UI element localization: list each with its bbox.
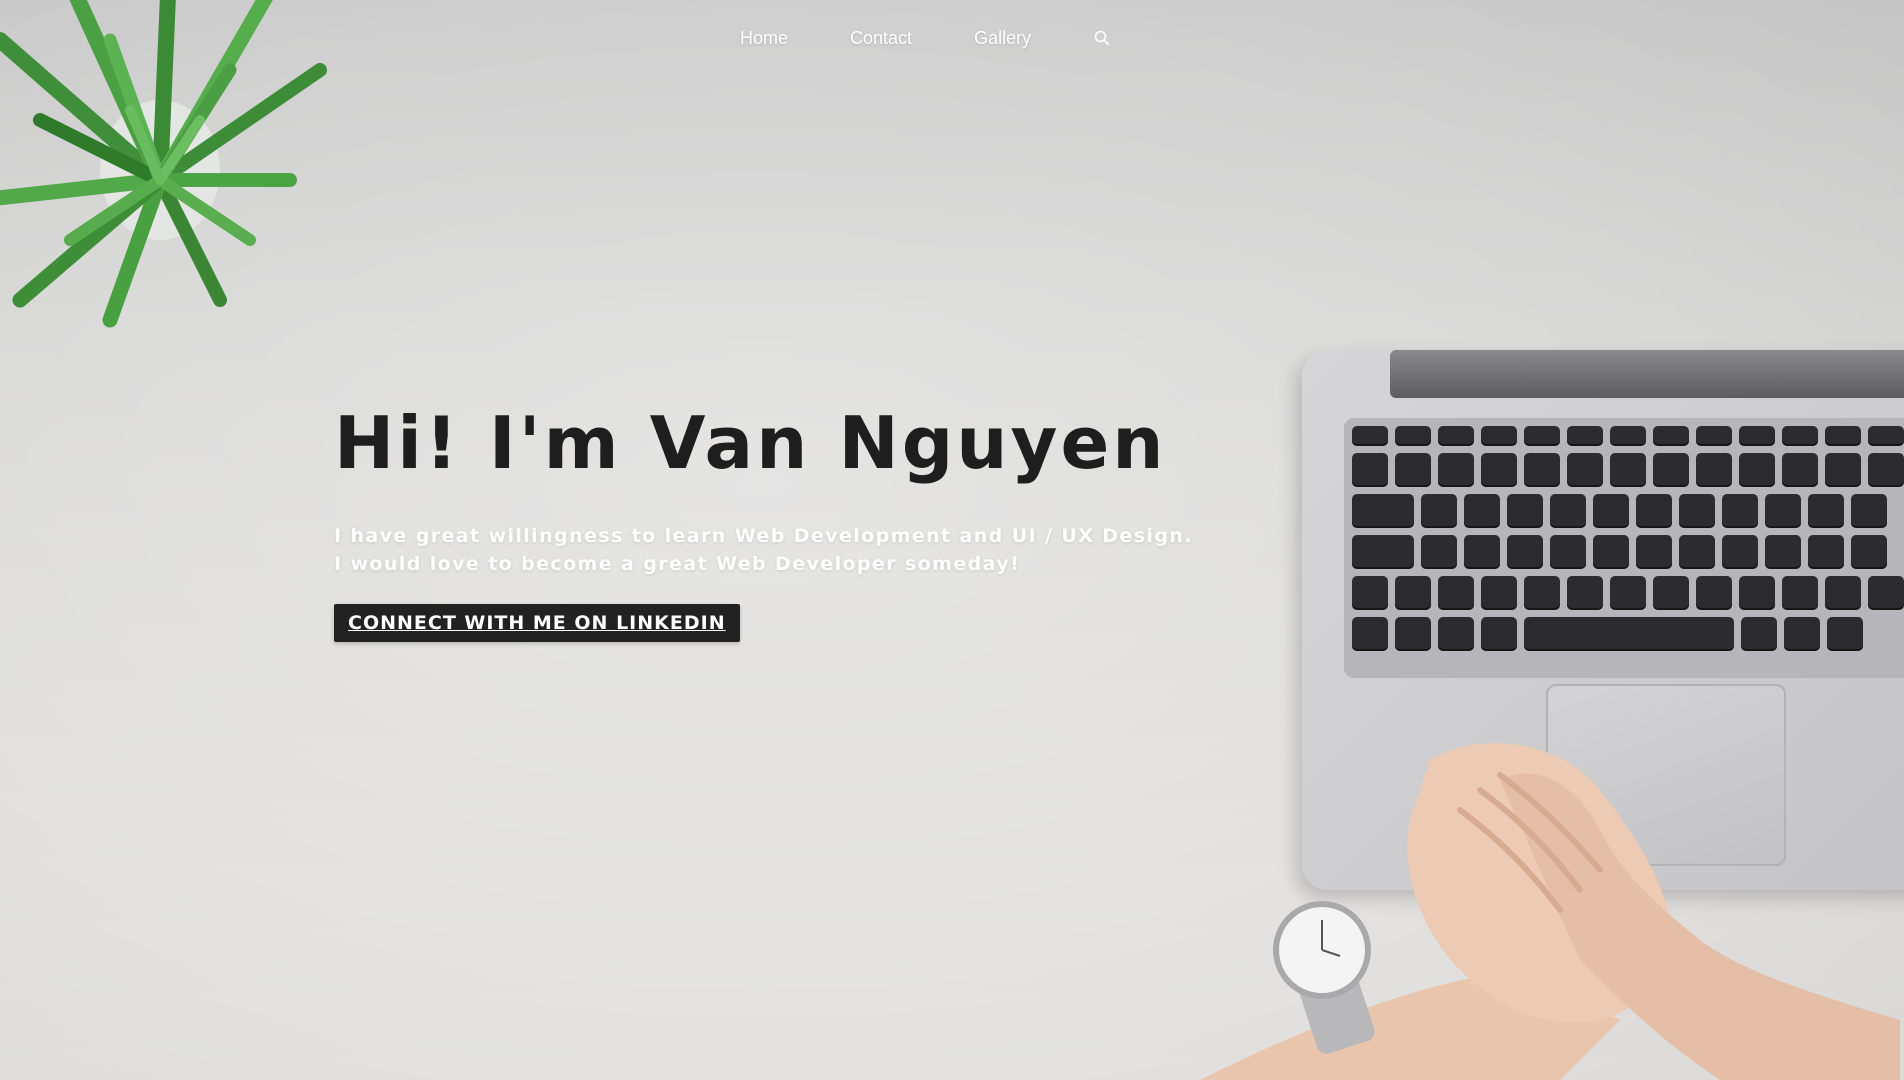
hands-image (1200, 743, 1900, 1080)
nav-gallery-link[interactable]: Gallery (974, 28, 1031, 49)
hero-content: Hi! I'm Van Nguyen I have great willingn… (334, 400, 1234, 642)
hero-subtitle: I have great willingness to learn Web De… (334, 522, 1234, 578)
hero-title: Hi! I'm Van Nguyen (334, 401, 1167, 485)
nav-home-link[interactable]: Home (740, 28, 788, 49)
plant-image (0, 0, 327, 328)
nav-contact-link[interactable]: Contact (850, 28, 912, 49)
top-navigation: Home Contact Gallery (740, 18, 1111, 58)
search-icon[interactable] (1093, 29, 1111, 47)
keyboard-image (1344, 418, 1904, 678)
hero-subtitle-line-1: I have great willingness to learn Web De… (334, 525, 1193, 547)
linkedin-connect-button[interactable]: CONNECT WITH ME ON LINKEDIN (334, 604, 740, 642)
hero-subtitle-line-2: I would love to become a great Web Devel… (334, 553, 1021, 575)
laptop-hinge (1390, 350, 1904, 398)
